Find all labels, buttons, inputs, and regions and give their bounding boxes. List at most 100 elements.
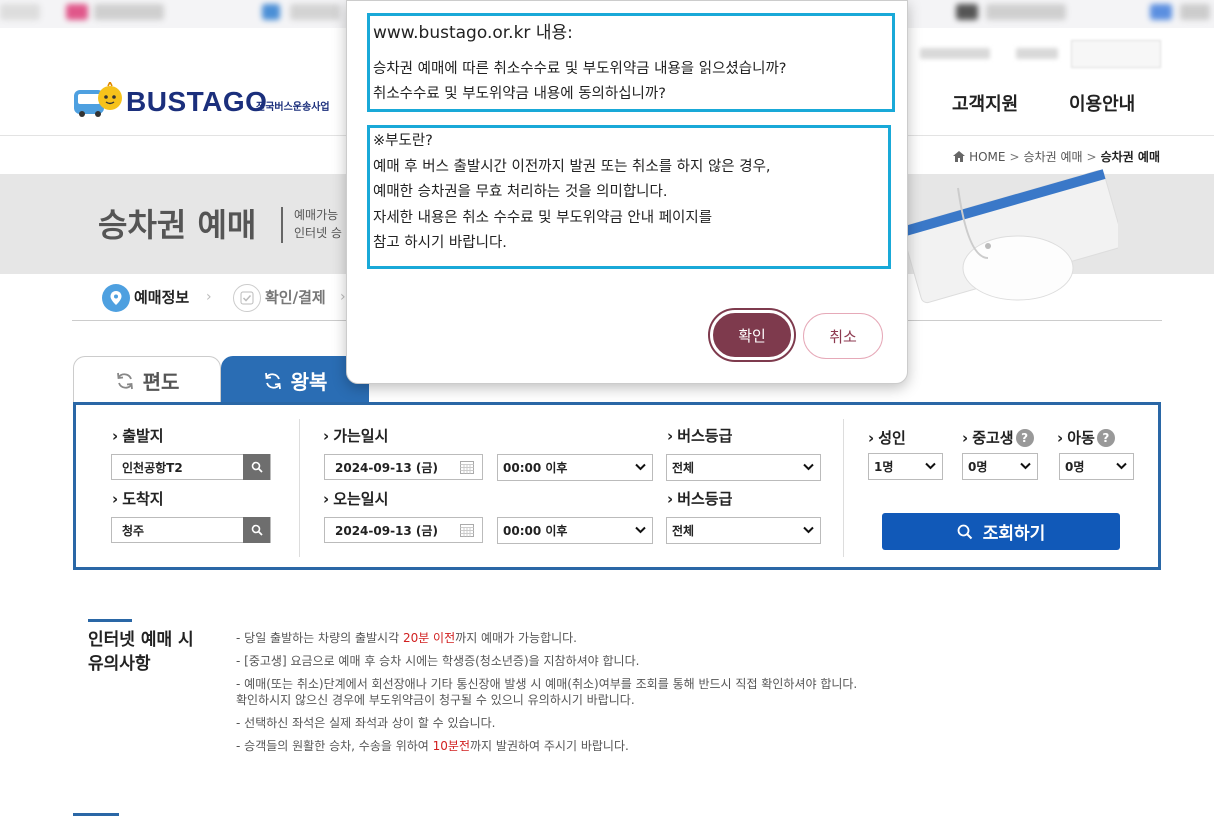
dialog-origin: www.bustago.or.kr 내용: <box>373 23 573 43</box>
refresh-icon <box>116 372 133 389</box>
return-time-value: 00:00 이후 <box>503 524 568 538</box>
child-select[interactable]: 0명 <box>1059 453 1134 480</box>
search-icon[interactable] <box>243 454 270 480</box>
departure-label: 출발지 <box>112 425 163 446</box>
dialog-body-line: 자세한 내용은 취소 수수료 및 부도위약금 안내 페이지를 <box>373 209 713 226</box>
title-desc-line: 인터넷 승 <box>294 226 342 240</box>
step-confirm-pay: 확인/결제 <box>233 284 326 312</box>
list-item: 승객들의 원활한 승차, 수송을 위하여 10분전까지 발권하여 주시기 바랍니… <box>236 738 857 754</box>
step-reservation-info: 예매정보 <box>102 284 189 312</box>
ticket-mouse-illustration <box>900 169 1118 304</box>
return-date-input[interactable]: 2024-09-13 (금) <box>324 517 483 543</box>
go-time-value: 00:00 이후 <box>503 461 568 475</box>
column-divider <box>843 419 844 557</box>
grade-label: 버스등급 <box>667 425 732 446</box>
dialog-question: 승차권 예매에 따른 취소수수료 및 부도위약금 내용을 읽으셨습니까? <box>373 61 787 77</box>
search-form: 출발지 인천공항T2 도착지 청주 가는일시 2024-09-13 (금) 00… <box>73 402 1161 570</box>
title-divider <box>281 207 283 243</box>
chevron-down-icon <box>803 463 814 471</box>
grade-go-select[interactable]: 전체 <box>666 454 821 481</box>
go-time-select[interactable]: 00:00 이후 <box>497 454 653 481</box>
go-date-label: 가는일시 <box>323 425 388 446</box>
student-select[interactable]: 0명 <box>962 453 1038 480</box>
calendar-icon[interactable] <box>460 461 474 474</box>
go-date-value: 2024-09-13 (금) <box>335 460 438 475</box>
calendar-icon[interactable] <box>460 524 474 537</box>
breadcrumb-separator: > <box>1086 150 1097 164</box>
return-date-label: 오는일시 <box>323 488 388 509</box>
chevron-right-icon: › <box>206 289 212 305</box>
util-link[interactable] <box>1016 48 1058 59</box>
arrival-value: 청주 <box>122 523 145 538</box>
student-label: 중고생? <box>962 427 1034 448</box>
logo-subtitle: 전국버스운송사업 <box>256 102 330 113</box>
util-link[interactable] <box>920 48 990 59</box>
tab-label: 편도 <box>142 370 180 394</box>
arrival-label: 도착지 <box>112 488 163 509</box>
adult-select[interactable]: 1명 <box>868 453 943 480</box>
cancel-button[interactable]: 취소 <box>803 313 883 359</box>
check-icon <box>233 284 261 312</box>
return-time-select[interactable]: 00:00 이후 <box>497 517 653 544</box>
search-icon[interactable] <box>243 517 270 543</box>
grade-go-value: 전체 <box>672 461 695 475</box>
dialog-body-line: 예매 후 버스 출발시간 이전까지 발권 또는 취소를 하지 않은 경우, <box>373 158 771 175</box>
return-date-value: 2024-09-13 (금) <box>335 523 438 538</box>
step-label: 예매정보 <box>134 288 190 307</box>
list-item: [중고생] 요금으로 예매 후 승차 시에는 학생증(청소년증)을 지참하셔야 … <box>236 653 857 669</box>
student-value: 0명 <box>968 460 988 474</box>
dialog-question: 취소수수료 및 부도위약금 내용에 동의하십니까? <box>373 86 666 102</box>
column-divider <box>299 419 300 557</box>
util-button[interactable] <box>1071 40 1161 68</box>
submit-label: 조회하기 <box>982 524 1046 544</box>
help-icon[interactable]: ? <box>1015 429 1034 447</box>
breadcrumb: HOME > 승차권 예매 > 승차권 예매 <box>953 148 1160 165</box>
nav-customer-support[interactable]: 고객지원 <box>952 90 1018 116</box>
dialog-question-box: www.bustago.or.kr 내용: 승차권 예매에 따른 취소수수료 및… <box>367 13 895 112</box>
breadcrumb-separator: > <box>1009 150 1020 164</box>
tab-oneway[interactable]: 편도 <box>73 356 221 404</box>
grade-label: 버스등급 <box>667 488 732 509</box>
ok-button[interactable]: 확인 <box>710 310 794 360</box>
breadcrumb-current: 승차권 예매 <box>1100 150 1160 164</box>
departure-input[interactable]: 인천공항T2 <box>111 454 271 480</box>
nav-usage-guide[interactable]: 이용안내 <box>1069 90 1135 116</box>
departure-value: 인천공항T2 <box>122 460 183 475</box>
chevron-down-icon <box>635 526 646 534</box>
confirm-dialog: www.bustago.or.kr 내용: 승차권 예매에 따른 취소수수료 및… <box>346 0 908 384</box>
title-description: 예매가능 인터넷 승 <box>294 206 342 242</box>
breadcrumb-level1[interactable]: 승차권 예매 <box>1024 150 1083 164</box>
go-date-input[interactable]: 2024-09-13 (금) <box>324 454 483 480</box>
dialog-body-line: ※부도란? <box>373 133 433 149</box>
list-item: 선택하신 좌석은 실제 좌석과 상이 할 수 있습니다. <box>236 715 857 731</box>
help-icon[interactable]: ? <box>1096 429 1115 447</box>
grade-return-value: 전체 <box>672 524 695 538</box>
search-submit-button[interactable]: 조회하기 <box>882 513 1120 550</box>
chevron-down-icon <box>635 463 646 471</box>
notice-accent <box>88 619 132 622</box>
dialog-explanation-box: ※부도란? 예매 후 버스 출발시간 이전까지 발권 또는 취소를 하지 않은 … <box>367 125 891 269</box>
refresh-icon <box>264 372 281 389</box>
search-icon <box>957 524 972 539</box>
dialog-body-line: 참고 하시기 바랍니다. <box>373 235 507 251</box>
chevron-down-icon <box>925 462 936 470</box>
list-item: 당일 출발하는 차량의 출발시각 20분 이전까지 예매가 가능합니다. <box>236 630 857 646</box>
chevron-down-icon <box>803 526 814 534</box>
adult-label: 성인 <box>868 427 906 448</box>
adult-value: 1명 <box>874 460 894 474</box>
location-pin-icon <box>102 284 130 312</box>
notice-title: 인터넷 예매 시 유의사항 <box>88 630 194 674</box>
grade-return-select[interactable]: 전체 <box>666 517 821 544</box>
page: BUSTAGO 전국버스운송사업 고객지원 이용안내 HOME > 승차권 예매 > 승… <box>0 0 1214 816</box>
list-item: 예매(또는 취소)단계에서 회선장애나 기타 통신장애 발생 시 예매(취소)여… <box>236 676 857 708</box>
arrival-input[interactable]: 청주 <box>111 517 271 543</box>
chevron-right-icon: › <box>340 289 346 305</box>
chevron-down-icon <box>1020 462 1031 470</box>
chevron-down-icon <box>1116 462 1127 470</box>
title-desc-line: 예매가능 <box>294 208 339 222</box>
bus-mascot-icon <box>74 82 122 117</box>
tab-label: 왕복 <box>290 370 328 394</box>
breadcrumb-home[interactable]: HOME <box>969 150 1005 164</box>
page-title: 승차권 예매 <box>98 206 257 244</box>
child-label: 아동? <box>1057 427 1115 448</box>
